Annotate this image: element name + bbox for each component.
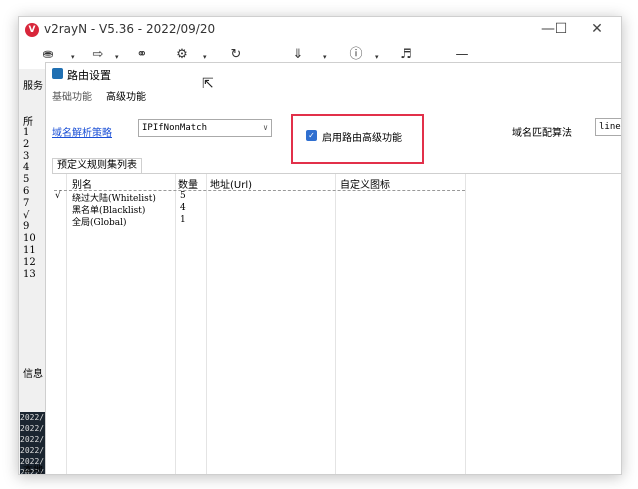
dialog-tabs: 基础功能 高级功能 (46, 86, 621, 104)
server-row-index[interactable]: 3 (23, 151, 29, 162)
server-row-index[interactable]: 2 (23, 139, 29, 150)
highlight-box: ✓ 启用路由高级功能 (291, 114, 424, 164)
table-cell-count[interactable]: 1 (180, 215, 186, 225)
server-row-index[interactable]: 5 (23, 174, 29, 185)
column-divider (335, 174, 336, 474)
dropdown-arrow-icon[interactable]: ▾ (323, 53, 327, 61)
log-line: 2022/ (20, 435, 45, 444)
server-row-index[interactable]: 13 (23, 269, 36, 280)
tab-basic[interactable]: 基础功能 (52, 88, 92, 103)
table-cell-count[interactable]: 5 (180, 191, 186, 201)
row-check-mark: √ (55, 191, 61, 201)
title-bar: V v2rayN - V5.36 - 2022/09/20 — ☐ ✕ (19, 17, 621, 43)
dropdown-arrow-icon[interactable]: ▾ (375, 53, 379, 61)
column-divider (175, 174, 176, 474)
match-algo-label: 域名匹配算法 (512, 128, 572, 139)
dropdown-arrow-icon[interactable]: ▾ (115, 53, 119, 61)
info-label: 信息 (23, 369, 43, 380)
window-title: v2rayN - V5.36 - 2022/09/20 (44, 22, 216, 36)
enable-advanced-routing-checkbox[interactable]: ✓ (306, 130, 317, 141)
server-row-index[interactable]: 10 (23, 233, 36, 244)
dropdown-arrow-icon[interactable]: ▾ (203, 53, 207, 61)
domain-strategy-select[interactable]: IPIfNonMatch ∨ (138, 119, 272, 137)
domain-strategy-link[interactable]: 域名解析策略 (52, 124, 112, 139)
column-header-url[interactable]: 地址(Url) (210, 176, 252, 191)
maximize-button[interactable]: ☐ (550, 20, 572, 38)
log-line: 2022/ (20, 446, 45, 455)
table-cell-count[interactable]: 4 (180, 203, 186, 213)
column-divider (465, 174, 466, 474)
column-header-count[interactable]: 数量 (178, 176, 198, 191)
tab-advanced[interactable]: 高级功能 (106, 88, 146, 103)
settings-row: 域名解析策略 IPIfNonMatch ∨ ✓ 启用路由高级功能 域名匹配算法 … (46, 113, 621, 164)
log-line: 2022/ (20, 413, 45, 422)
dialog-title: 路由设置 (67, 69, 111, 82)
chevron-down-icon: ∨ (263, 123, 268, 132)
domain-strategy-value: IPIfNonMatch (142, 123, 208, 133)
enable-advanced-routing-label[interactable]: 启用路由高级功能 (322, 129, 402, 144)
ruleset-table: 别名 数量 地址(Url) 自定义图标 √ 绕过大陆(Whitelist) 5 … (52, 173, 621, 474)
local-label: 本地 (23, 465, 43, 475)
column-divider (66, 174, 67, 474)
routing-settings-dialog: 路由设置 ⇱ 基础功能 高级功能 域名解析策略 IPIfNonMatch ∨ ✓… (45, 62, 621, 474)
server-row-index[interactable]: √ (23, 210, 29, 221)
close-button[interactable]: ✕ (586, 20, 608, 38)
dropdown-arrow-icon[interactable]: ▾ (71, 53, 75, 61)
dialog-app-icon (52, 68, 63, 79)
v2rayn-logo-icon: V (25, 23, 39, 37)
log-line: 2022/ (20, 424, 45, 433)
tab-predefined-rulesets[interactable]: 预定义规则集列表 (52, 158, 142, 173)
table-cell-alias[interactable]: 全局(Global) (72, 215, 127, 228)
column-header-alias[interactable]: 别名 (72, 176, 92, 191)
server-row-index[interactable]: 11 (23, 245, 36, 256)
column-divider (206, 174, 207, 474)
server-row-index[interactable]: 6 (23, 186, 29, 197)
server-row-index[interactable]: 1 (23, 127, 29, 138)
server-label: 服务 (23, 81, 43, 92)
app-window: V v2rayN - V5.36 - 2022/09/20 — ☐ ✕ ⛂ ▾ … (18, 16, 622, 475)
server-row-index[interactable]: 7 (23, 198, 29, 209)
server-row-index[interactable]: 12 (23, 257, 36, 268)
server-row-index[interactable]: 4 (23, 162, 29, 173)
list-header: 所 (23, 117, 33, 128)
match-algo-select[interactable]: line (595, 118, 621, 136)
column-header-custom-icon[interactable]: 自定义图标 (340, 176, 390, 191)
server-row-index[interactable]: 9 (23, 221, 29, 232)
